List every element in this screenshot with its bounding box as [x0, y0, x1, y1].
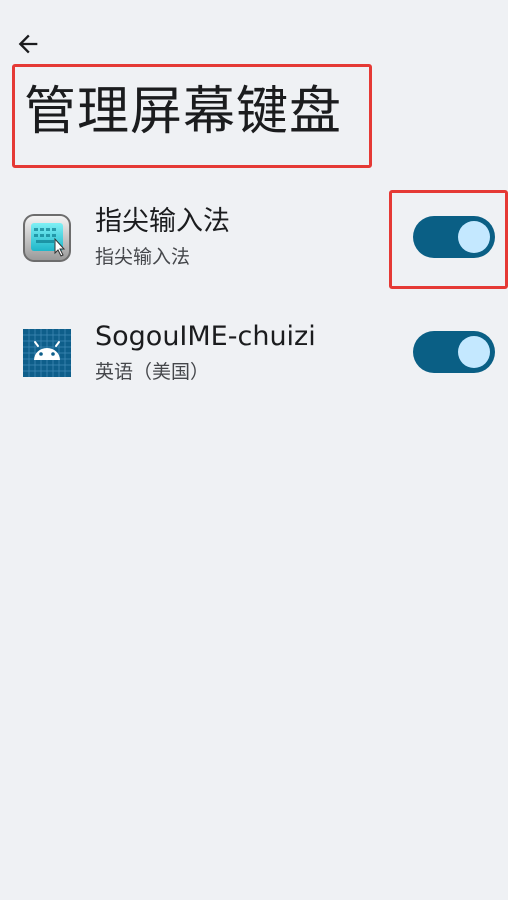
- keyboard-subtitle: 指尖输入法: [95, 246, 191, 268]
- keyboard-title: SogouIME-chuizi: [95, 321, 316, 352]
- keyboard-subtitle: 英语（美国）: [95, 361, 210, 383]
- keyboard-item-zhijian[interactable]: 指尖输入法 指尖输入法: [0, 190, 508, 290]
- toggle-knob: [458, 221, 490, 253]
- back-button[interactable]: [8, 24, 48, 64]
- android-icon: [22, 328, 72, 378]
- toggle-knob: [458, 336, 490, 368]
- keyboard-toggle-sogou[interactable]: [413, 331, 495, 373]
- page-title: 管理屏幕键盘: [24, 82, 343, 142]
- keyboard-toggle-zhijian[interactable]: [413, 216, 495, 258]
- keyboard-item-sogou[interactable]: SogouIME-chuizi 英语（美国）: [0, 305, 508, 405]
- keyboard-app-icon: [22, 213, 72, 263]
- keyboard-title: 指尖输入法: [95, 206, 230, 237]
- arrow-left-icon: [18, 34, 38, 54]
